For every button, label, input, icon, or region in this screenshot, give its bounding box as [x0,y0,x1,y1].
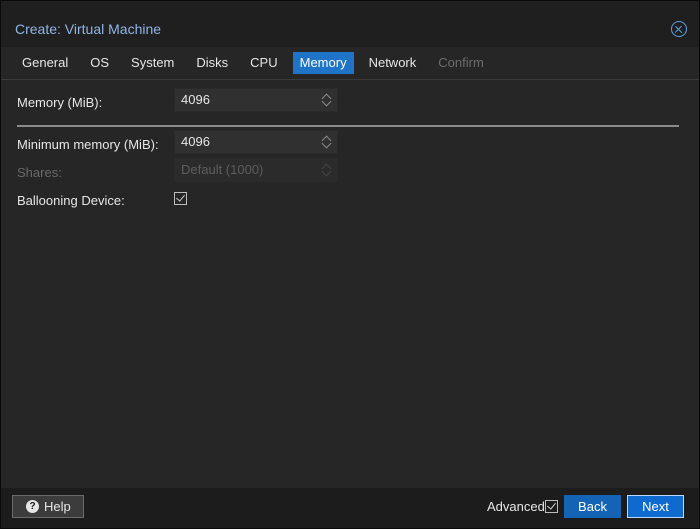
back-button[interactable]: Back [564,495,621,518]
tab-divider [1,79,699,80]
shares-spinner-icon [321,162,332,178]
title-bar: Create: Virtual Machine [1,1,699,47]
advanced-label: Advanced [487,499,545,514]
tab-confirm: Confirm [438,55,484,70]
dialog-title: Create: Virtual Machine [15,21,162,37]
tab-system[interactable]: System [124,52,181,74]
help-button[interactable]: ? Help [12,495,84,518]
tab-general[interactable]: General [15,52,75,74]
tab-network[interactable]: Network [362,52,424,74]
memory-value: 4096 [181,92,210,107]
memory-spinner-icon[interactable] [321,92,332,108]
create-vm-dialog: Create: Virtual Machine General OS Syste… [0,0,700,529]
tab-os[interactable]: OS [83,52,116,74]
tab-cpu[interactable]: CPU [243,52,284,74]
shares-input: Default (1000) [174,158,338,182]
ballooning-label: Ballooning Device: [17,193,125,208]
ballooning-checkbox[interactable] [174,192,187,205]
tab-disks[interactable]: Disks [189,52,235,74]
close-icon[interactable] [671,21,687,37]
min-memory-label: Minimum memory (MiB): [17,137,159,152]
shares-label: Shares: [17,165,62,180]
wizard-tabs: General OS System Disks CPU Memory Netwo… [15,52,499,76]
memory-input[interactable]: 4096 [174,88,338,112]
min-memory-value: 4096 [181,134,210,149]
min-memory-spinner-icon[interactable] [321,134,332,150]
dialog-footer: ? Help Advanced Back Next [1,488,699,528]
tab-memory[interactable]: Memory [292,52,354,74]
question-icon: ? [26,500,39,513]
min-memory-input[interactable]: 4096 [174,130,338,154]
shares-placeholder: Default (1000) [181,162,264,177]
advanced-checkbox[interactable] [545,500,558,513]
next-button[interactable]: Next [627,495,684,518]
help-label: Help [44,499,71,514]
section-divider [17,125,679,127]
memory-label: Memory (MiB): [17,95,103,110]
